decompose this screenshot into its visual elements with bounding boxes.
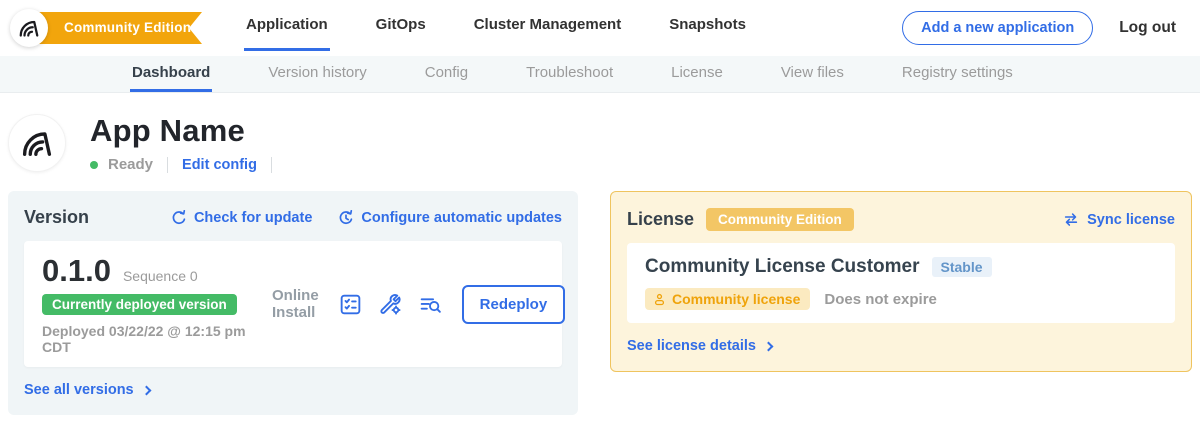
nav-item-snapshots[interactable]: Snapshots xyxy=(667,0,748,51)
see-license-details-link[interactable]: See license details xyxy=(627,338,772,354)
header-right: Add a new application Log out xyxy=(902,11,1176,45)
brand-logo[interactable]: Community Edition xyxy=(10,9,202,47)
edition-badge: Community Edition xyxy=(706,208,854,231)
subnav-item-registry-settings[interactable]: Registry settings xyxy=(900,56,1015,92)
subnav-item-version-history[interactable]: Version history xyxy=(266,56,368,92)
version-card-actions: Check for update Configure automatic upd… xyxy=(171,210,562,226)
license-card-title: License xyxy=(627,209,694,230)
subnav-item-dashboard[interactable]: Dashboard xyxy=(130,56,212,92)
sequence-label: Sequence 0 xyxy=(123,268,198,284)
replicated-logo xyxy=(10,9,48,47)
subnav-item-troubleshoot[interactable]: Troubleshoot xyxy=(524,56,615,92)
nav-item-cluster-management[interactable]: Cluster Management xyxy=(472,0,624,51)
sub-nav: Dashboard Version history Config Trouble… xyxy=(0,56,1200,93)
edition-ribbon-label: Community Edition xyxy=(64,20,191,35)
deployed-timestamp: Deployed 03/22/22 @ 12:15 pm CDT xyxy=(42,323,272,355)
replicated-logo-icon xyxy=(17,16,41,40)
version-card-header: Version Check for update xyxy=(24,207,562,228)
current-version-panel: 0.1.0 Sequence 0 Currently deployed vers… xyxy=(24,241,562,367)
config-wrench-icon[interactable] xyxy=(378,292,403,317)
status-dot xyxy=(90,161,98,169)
see-all-versions-label: See all versions xyxy=(24,382,134,398)
chevron-right-icon xyxy=(764,341,774,351)
edit-config-link[interactable]: Edit config xyxy=(182,157,257,173)
version-actions: Online Install xyxy=(272,285,565,324)
nav-item-application[interactable]: Application xyxy=(244,0,330,51)
deployed-badge: Currently deployed version xyxy=(42,294,237,315)
configure-automatic-updates-link[interactable]: Configure automatic updates xyxy=(338,210,562,226)
install-type-label: Online Install xyxy=(272,287,319,321)
version-card-title: Version xyxy=(24,207,89,228)
subnav-item-view-files[interactable]: View files xyxy=(779,56,846,92)
configure-automatic-updates-label: Configure automatic updates xyxy=(361,210,562,226)
release-notes-icon[interactable] xyxy=(338,292,363,317)
see-license-details-label: See license details xyxy=(627,338,756,354)
version-number: 0.1.0 xyxy=(42,253,111,289)
app-header: App Name Ready Edit config xyxy=(0,93,1200,173)
chevron-right-icon xyxy=(141,385,151,395)
app-meta: App Name Ready Edit config xyxy=(90,113,276,173)
license-card-footer: See license details xyxy=(627,337,1175,355)
license-card: License Community Edition Sync license C… xyxy=(610,191,1192,372)
status-text: Ready xyxy=(108,156,153,173)
divider xyxy=(167,157,168,173)
edition-ribbon: Community Edition xyxy=(28,12,202,44)
version-info: 0.1.0 Sequence 0 Currently deployed vers… xyxy=(42,253,272,355)
nav-item-gitops[interactable]: GitOps xyxy=(374,0,428,51)
sync-license-link[interactable]: Sync license xyxy=(1062,212,1175,228)
license-card-header: License Community Edition Sync license xyxy=(627,208,1175,231)
person-icon xyxy=(653,293,666,306)
divider xyxy=(271,157,272,173)
sync-license-label: Sync license xyxy=(1087,212,1175,228)
sync-icon xyxy=(1062,212,1080,227)
logout-button[interactable]: Log out xyxy=(1119,19,1176,37)
version-card: Version Check for update xyxy=(8,191,578,415)
license-type-label: Community license xyxy=(672,291,800,307)
license-type-badge: Community license xyxy=(645,288,810,310)
expiry-text: Does not expire xyxy=(824,291,937,308)
app-status-row: Ready Edit config xyxy=(90,156,276,173)
app-logo-icon xyxy=(19,125,55,161)
license-details-panel: Community License Customer Stable Commun… xyxy=(627,243,1175,323)
view-logs-icon[interactable] xyxy=(418,292,443,317)
version-card-footer: See all versions xyxy=(24,381,562,399)
top-header: Community Edition Application GitOps Clu… xyxy=(0,0,1200,56)
add-new-application-button[interactable]: Add a new application xyxy=(902,11,1093,45)
channel-badge: Stable xyxy=(932,257,992,277)
app-avatar xyxy=(8,114,66,172)
main-nav: Application GitOps Cluster Management Sn… xyxy=(244,0,748,56)
clock-refresh-icon xyxy=(338,210,354,226)
check-for-update-label: Check for update xyxy=(194,210,312,226)
refresh-icon xyxy=(171,210,187,226)
dashboard-content: Version Check for update xyxy=(0,173,1200,415)
customer-name: Community License Customer xyxy=(645,256,920,278)
app-title: App Name xyxy=(90,113,276,149)
check-for-update-link[interactable]: Check for update xyxy=(171,210,312,226)
see-all-versions-link[interactable]: See all versions xyxy=(24,382,150,398)
subnav-item-config[interactable]: Config xyxy=(423,56,470,92)
subnav-item-license[interactable]: License xyxy=(669,56,725,92)
redeploy-button[interactable]: Redeploy xyxy=(462,285,566,324)
